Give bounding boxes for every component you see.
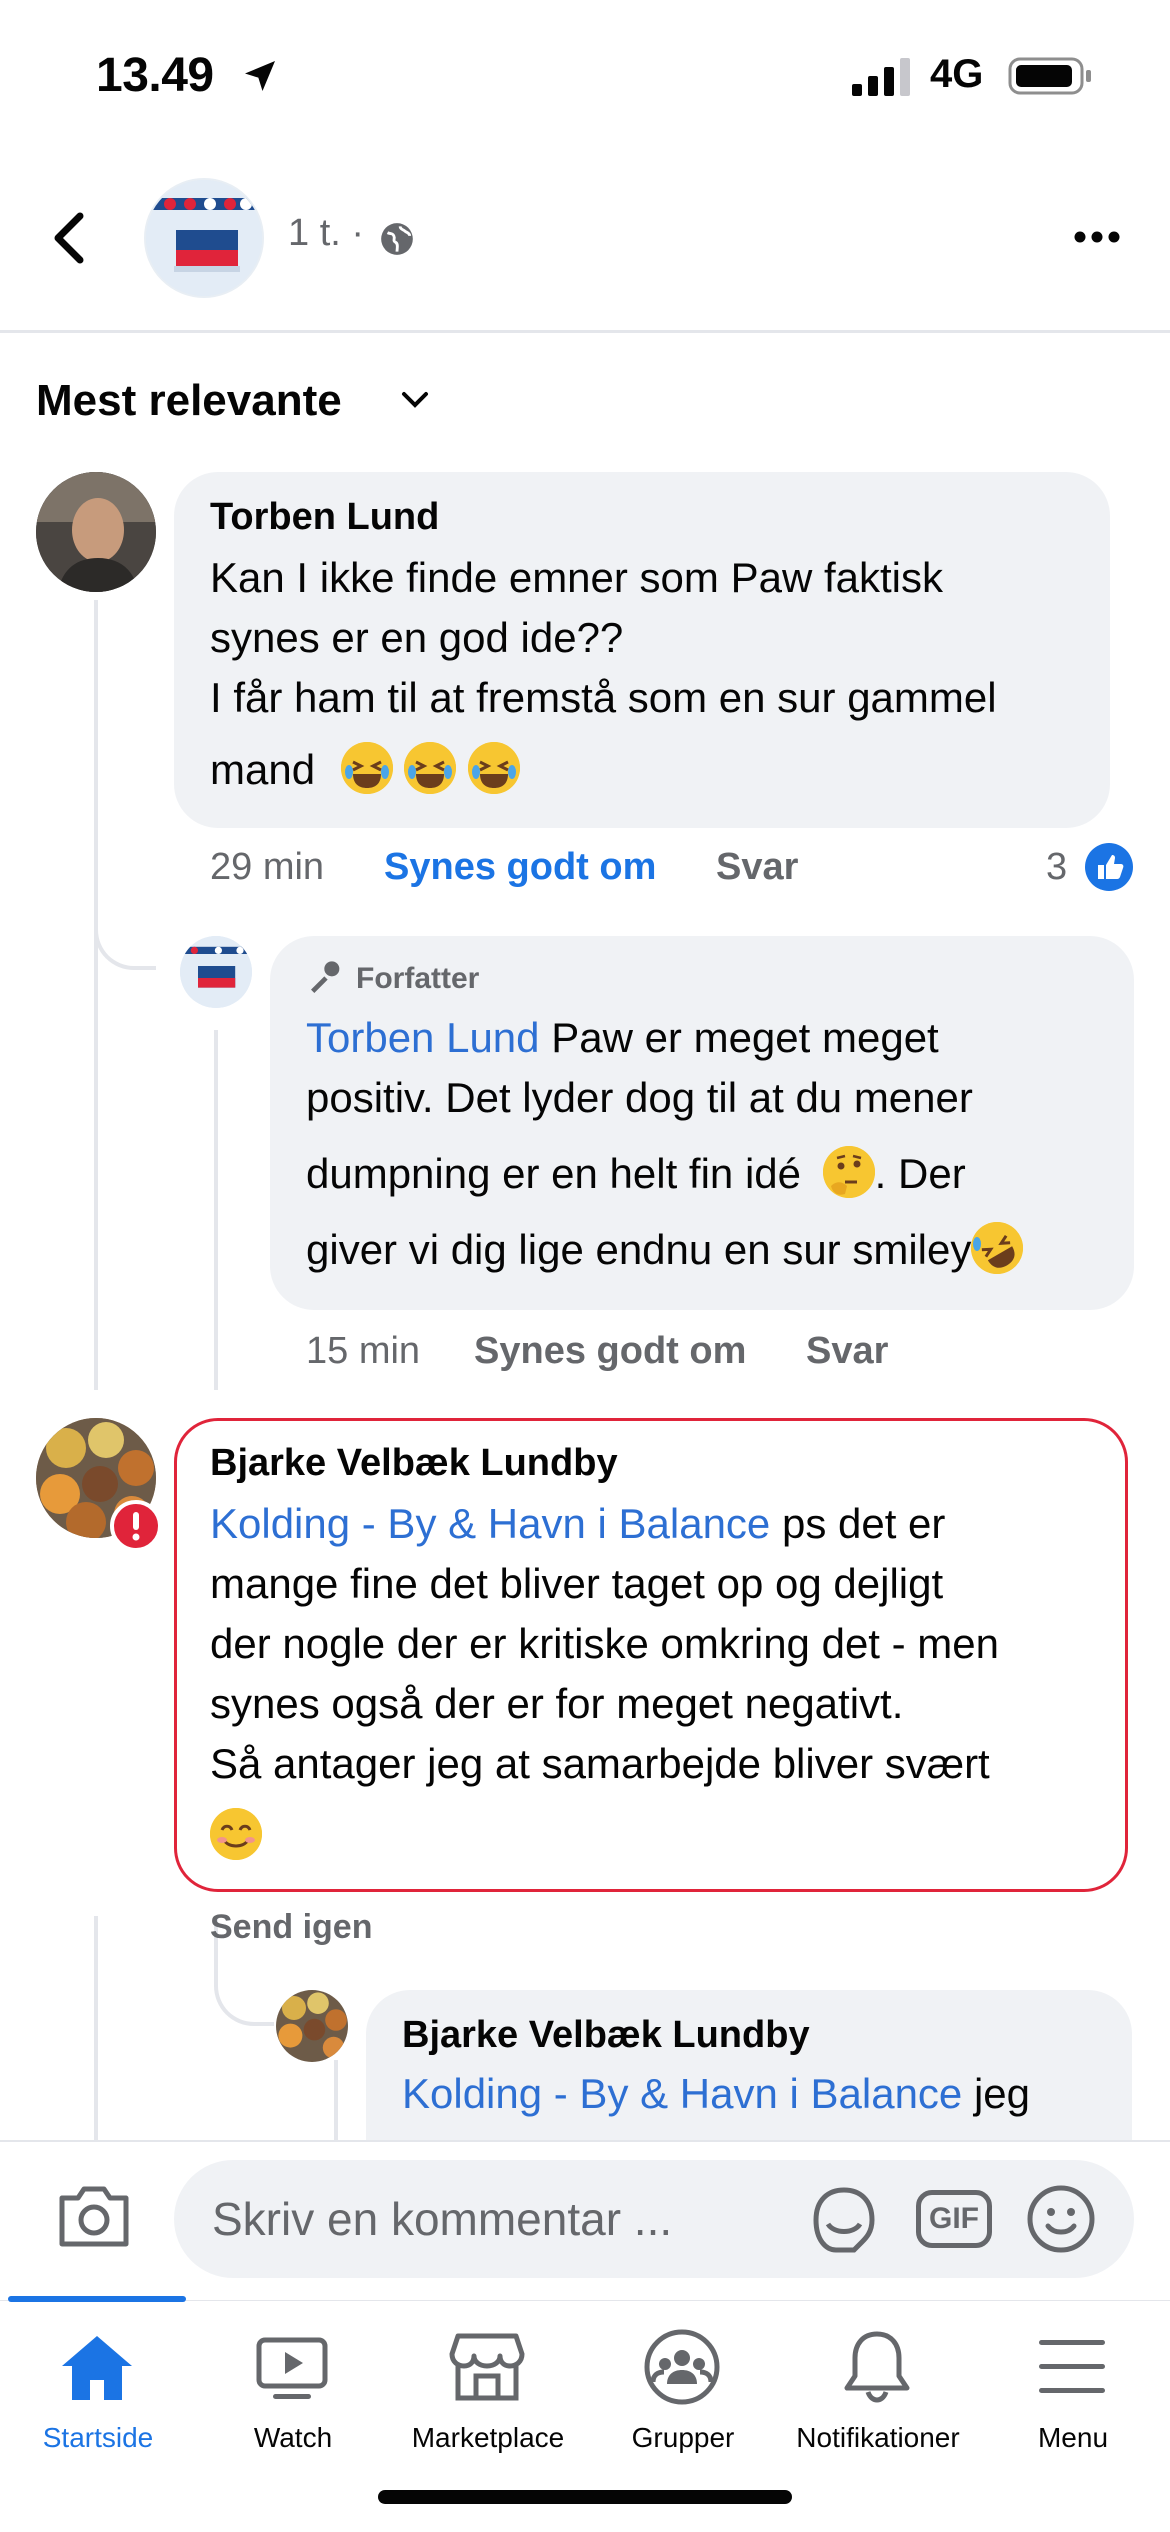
network-type: 4G (930, 52, 984, 96)
commenter-avatar[interactable] (36, 472, 156, 592)
comment-line: Kolding - By & Havn i Balance ps det er (210, 1494, 1110, 1554)
thinking-emoji-icon (822, 1146, 875, 1198)
comment-text-part: giver vi dig lige endnu en sur smiley (306, 1226, 972, 1273)
smiling-emoji-icon (210, 1808, 262, 1860)
tab-label: Marketplace (411, 2422, 565, 2453)
comment-line: giver vi dig lige endnu en sur smiley (306, 1220, 1106, 1280)
comment-text: Kolding - By & Havn i Balance ps det er … (210, 1494, 1110, 1866)
tab-label: Grupper (631, 2422, 735, 2453)
tab-label: Watch (253, 2422, 333, 2453)
camera-icon[interactable] (56, 2184, 132, 2250)
comment-line: synes også der er for meget negativt. (210, 1680, 904, 1727)
reply-button[interactable]: Svar (806, 1330, 888, 1373)
comment-time: 29 min (210, 846, 325, 888)
battery-icon (1008, 57, 1091, 95)
post-time: 1 t. · (288, 212, 365, 254)
comment-text-part: ps det er (770, 1500, 946, 1547)
comment-line: dumpning er en helt fin idé . Der (306, 1144, 1106, 1204)
tab-startside[interactable]: Startside (0, 2320, 195, 2480)
comment-text-part: . Der (874, 1150, 966, 1197)
more-options-icon[interactable] (1072, 222, 1122, 252)
groups-icon (644, 2329, 720, 2405)
reply-button[interactable]: Svar (716, 846, 798, 889)
back-arrow-icon[interactable] (50, 210, 90, 266)
tab-label: Startside (42, 2422, 154, 2453)
tab-grupper[interactable]: Grupper (585, 2320, 780, 2480)
laughing-emoji-icon (340, 742, 393, 794)
error-icon[interactable] (110, 1500, 162, 1552)
comment-line (210, 1806, 1110, 1866)
thread-line (94, 600, 98, 1390)
tab-label: Notifikationer (796, 2422, 960, 2453)
globe-icon (381, 223, 413, 255)
status-time: 13.49 (96, 49, 214, 102)
comment-text-part: Paw er meget meget (539, 1014, 939, 1061)
header-divider (0, 330, 1170, 333)
comment-line: mand (210, 746, 316, 793)
mention-link[interactable]: Torben Lund (306, 1014, 540, 1061)
person-photo-icon (36, 472, 156, 592)
comment-text-part: jeg (962, 2070, 1031, 2117)
comment-text-part: dumpning er en helt fin idé (306, 1150, 801, 1197)
laughing-emoji-icon (404, 742, 457, 794)
chevron-down-icon[interactable] (400, 388, 430, 412)
thread-line (214, 1030, 218, 1390)
marketplace-icon (449, 2333, 525, 2401)
commenter-avatar[interactable] (276, 1990, 348, 2062)
comment-line: Kan I ikke finde emner som Paw faktisk (210, 554, 943, 601)
tab-label: Menu (1037, 2422, 1109, 2453)
tab-menu[interactable]: Menu (975, 2320, 1170, 2480)
emoji-picker-icon[interactable] (1026, 2184, 1096, 2254)
like-button[interactable]: Synes godt om (384, 846, 656, 889)
comment-author[interactable]: Bjarke Velbæk Lundby (402, 2014, 810, 2057)
comment-line: I får ham til at fremstå som en sur gamm… (210, 674, 997, 721)
comment-line: Torben Lund Paw er meget meget (306, 1008, 1106, 1068)
by-havn-logo-icon (180, 936, 252, 1008)
tab-notifikationer[interactable]: Notifikationer (780, 2320, 975, 2480)
comment-line: mange fine det bliver taget op og dejlig… (210, 1560, 944, 1607)
comment-line-with-emoji: mand (210, 740, 997, 800)
signal-icon (852, 58, 910, 96)
laughing-emoji-icon (468, 742, 521, 794)
comment-time: 15 min (306, 1330, 421, 1372)
watch-icon (256, 2337, 328, 2399)
comment-placeholder[interactable]: Skriv en kommentar ... (212, 2192, 672, 2246)
tab-watch[interactable]: Watch (195, 2320, 390, 2480)
page-avatar[interactable] (144, 178, 264, 298)
microphone-icon (311, 961, 340, 993)
comment-author[interactable]: Bjarke Velbæk Lundby (210, 1442, 618, 1485)
fruit-photo-icon (276, 1990, 348, 2062)
like-button[interactable]: Synes godt om (474, 1330, 746, 1373)
author-badge: Forfatter (356, 962, 480, 995)
avatar-sticker-icon[interactable] (806, 2184, 882, 2256)
comment-line: Så antager jeg at samarbejde bliver svær… (210, 1740, 990, 1787)
page-reply-avatar[interactable] (180, 936, 252, 1008)
comment-line: synes er en god ide?? (210, 614, 624, 661)
menu-icon (1039, 2340, 1105, 2393)
reaction-count[interactable]: 3 (1046, 846, 1067, 889)
location-arrow-icon (245, 61, 275, 91)
comment-author[interactable]: Torben Lund (210, 496, 439, 539)
gif-button[interactable]: GIF (916, 2190, 992, 2248)
thread-line (94, 1916, 98, 2140)
home-indicator (378, 2490, 792, 2504)
bell-icon (844, 2331, 910, 2403)
sort-dropdown[interactable]: Mest relevante (36, 376, 342, 426)
tab-marketplace[interactable]: Marketplace (390, 2320, 585, 2480)
active-tab-indicator (8, 2296, 186, 2302)
thread-line (334, 2060, 338, 2140)
comment-line: positiv. Det lyder dog til at du mener (306, 1074, 973, 1121)
mention-link[interactable]: Kolding - By & Havn i Balance (210, 1500, 770, 1547)
like-reaction-icon[interactable] (1084, 842, 1134, 892)
mention-link[interactable]: Kolding - By & Havn i Balance (402, 2070, 962, 2117)
by-havn-logo-icon (146, 180, 262, 296)
comment-text: Torben Lund Paw er meget meget positiv. … (306, 1008, 1106, 1280)
home-icon (62, 2336, 132, 2400)
resend-button[interactable]: Send igen (210, 1908, 372, 1947)
comment-text: Kolding - By & Havn i Balance jeg (402, 2064, 1030, 2124)
rofl-emoji-icon (971, 1222, 1024, 1274)
comment-line: der nogle der er kritiske omkring det - … (210, 1620, 999, 1667)
comment-text: Kan I ikke finde emner som Paw faktisk s… (210, 548, 997, 800)
thread-branch (94, 900, 156, 970)
